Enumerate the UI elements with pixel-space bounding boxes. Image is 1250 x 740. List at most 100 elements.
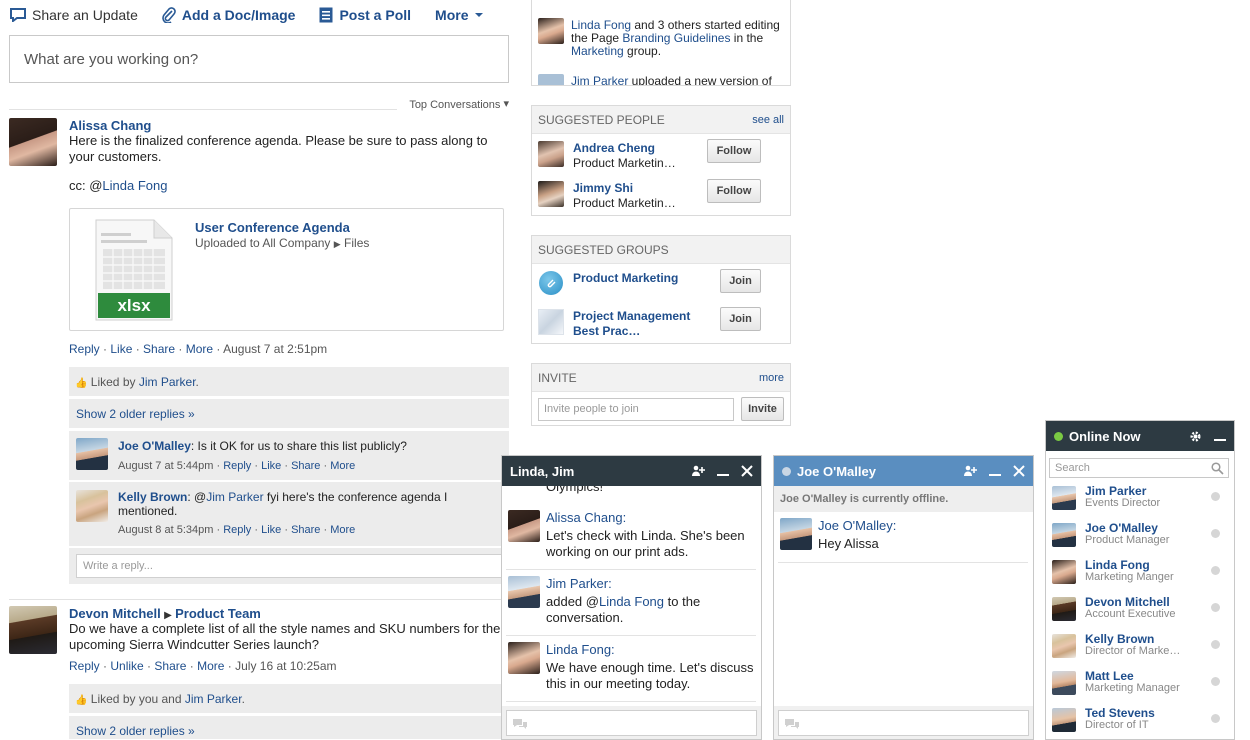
cc-mention[interactable]: Linda Fong [102,178,167,193]
avatar-linda-fong[interactable] [538,18,564,44]
avatar-joe-omalley[interactable] [780,518,812,550]
chat-message-author[interactable]: Jim Parker: [546,576,612,591]
chat-mention[interactable]: Linda Fong [599,594,664,609]
sort-dropdown[interactable]: Top Conversations ▾ [397,98,509,111]
online-person-name[interactable]: Kelly Brown [1085,632,1154,646]
invite-more-link[interactable]: more [759,372,784,384]
chat-message-author[interactable]: Alissa Chang: [546,510,626,525]
composer-input[interactable]: What are you working on? [9,35,509,83]
show-older-replies-link[interactable]: Show 2 older replies » [76,407,195,421]
tab-share-update[interactable]: Share an Update [10,7,138,23]
reply-mention[interactable]: Jim Parker [206,490,263,504]
show-older-replies-link[interactable]: Show 2 older replies » [76,724,195,738]
add-person-icon[interactable] [691,465,705,477]
chat-header[interactable]: Joe O'Malley [774,456,1033,486]
tab-more[interactable]: More [435,7,490,23]
suggested-group-name[interactable]: Project Management Best Prac… [573,309,690,339]
invite-input[interactable]: Invite people to join [538,398,734,421]
post-group[interactable]: Product Team [175,606,261,621]
avatar-alissa-chang[interactable] [9,118,57,166]
activity-group[interactable]: Marketing [571,44,624,58]
online-person-name[interactable]: Devon Mitchell [1085,595,1170,609]
chat-input[interactable] [778,710,1029,736]
like-link[interactable]: Like [110,342,132,356]
gear-icon[interactable] [1189,430,1202,443]
avatar-ted-stevens[interactable] [1052,708,1076,732]
online-person-name[interactable]: Joe O'Malley [1085,521,1158,535]
avatar-matt-lee[interactable] [1052,671,1076,695]
group-icon[interactable] [539,271,563,295]
chat-message-author[interactable]: Linda Fong: [546,642,615,657]
online-search[interactable]: Search [1049,458,1229,478]
reply-reply-link[interactable]: Reply [223,460,251,472]
online-person-name[interactable]: Jim Parker [1085,484,1146,498]
post-author[interactable]: Devon Mitchell [69,606,161,621]
reply-more-link[interactable]: More [330,460,355,472]
online-person-name[interactable]: Linda Fong [1085,558,1150,572]
invite-button[interactable]: Invite [741,397,784,421]
close-icon[interactable] [741,465,753,477]
suggested-person-name[interactable]: Andrea Cheng [573,141,655,155]
reply-more-link[interactable]: More [330,524,355,536]
online-now-header[interactable]: Online Now [1046,421,1234,451]
reply-share-link[interactable]: Share [291,460,320,472]
suggested-group-name[interactable]: Product Marketing [573,271,678,285]
avatar-jim-parker[interactable] [1052,486,1076,510]
reply-like-link[interactable]: Like [261,524,281,536]
add-person-icon[interactable] [963,465,977,477]
tab-post-poll[interactable]: Post a Poll [319,7,411,23]
reply-like-link[interactable]: Like [261,460,281,472]
share-link[interactable]: Share [154,659,186,673]
liked-by-name[interactable]: Jim Parker [185,692,242,706]
avatar-jim-parker[interactable] [508,576,540,608]
post-body: Do we have a complete list of all the st… [69,621,501,652]
avatar-kelly-brown[interactable] [76,490,108,522]
online-person-name[interactable]: Ted Stevens [1085,706,1155,720]
avatar-linda-fong[interactable] [1052,560,1076,584]
reply-author[interactable]: Kelly Brown [118,490,187,504]
avatar-joe-omalley[interactable] [76,438,108,470]
avatar-jimmy-shi[interactable] [538,181,564,207]
join-button[interactable]: Join [720,269,761,293]
suggested-person-name[interactable]: Jimmy Shi [573,181,633,195]
avatar-devon-mitchell[interactable] [9,606,57,654]
avatar-jim-parker[interactable] [538,74,564,85]
reply-author[interactable]: Joe O'Malley [118,439,191,453]
chat-header[interactable]: Linda, Jim [502,456,761,486]
reply-link[interactable]: Reply [69,659,100,673]
avatar-linda-fong[interactable] [508,642,540,674]
close-icon[interactable] [1013,465,1025,477]
activity-page[interactable]: Branding Guidelines [622,31,730,45]
attachment-card[interactable]: xlsx User Conference Agenda Uploaded to … [69,208,504,331]
activity-user[interactable]: Linda Fong [571,18,631,32]
see-all-link[interactable]: see all [752,114,784,126]
follow-button[interactable]: Follow [707,139,761,163]
post-author[interactable]: Alissa Chang [69,118,151,133]
group-image[interactable] [538,309,564,335]
write-reply-input[interactable]: Write a reply... [76,554,502,578]
avatar-alissa-chang[interactable] [508,510,540,542]
tab-add-doc[interactable]: Add a Doc/Image [162,7,295,23]
minimize-icon[interactable] [989,465,1001,477]
chat-input[interactable] [506,710,757,736]
reply-share-link[interactable]: Share [291,524,320,536]
share-link[interactable]: Share [143,342,175,356]
avatar-joe-omalley[interactable] [1052,523,1076,547]
avatar-devon-mitchell[interactable] [1052,597,1076,621]
reply-reply-link[interactable]: Reply [223,524,251,536]
online-person-name[interactable]: Matt Lee [1085,669,1134,683]
activity-user[interactable]: Jim Parker [571,74,628,85]
avatar-andrea-cheng[interactable] [538,141,564,167]
minimize-icon[interactable] [717,465,729,477]
attachment-title[interactable]: User Conference Agenda [195,220,350,235]
chat-message-author[interactable]: Joe O'Malley: [818,518,896,533]
more-link[interactable]: More [197,659,224,673]
join-button[interactable]: Join [720,307,761,331]
more-link[interactable]: More [186,342,213,356]
follow-button[interactable]: Follow [707,179,761,203]
reply-link[interactable]: Reply [69,342,100,356]
liked-by-name[interactable]: Jim Parker [139,375,196,389]
minimize-icon[interactable] [1214,430,1226,442]
unlike-link[interactable]: Unlike [110,659,143,673]
avatar-kelly-brown[interactable] [1052,634,1076,658]
